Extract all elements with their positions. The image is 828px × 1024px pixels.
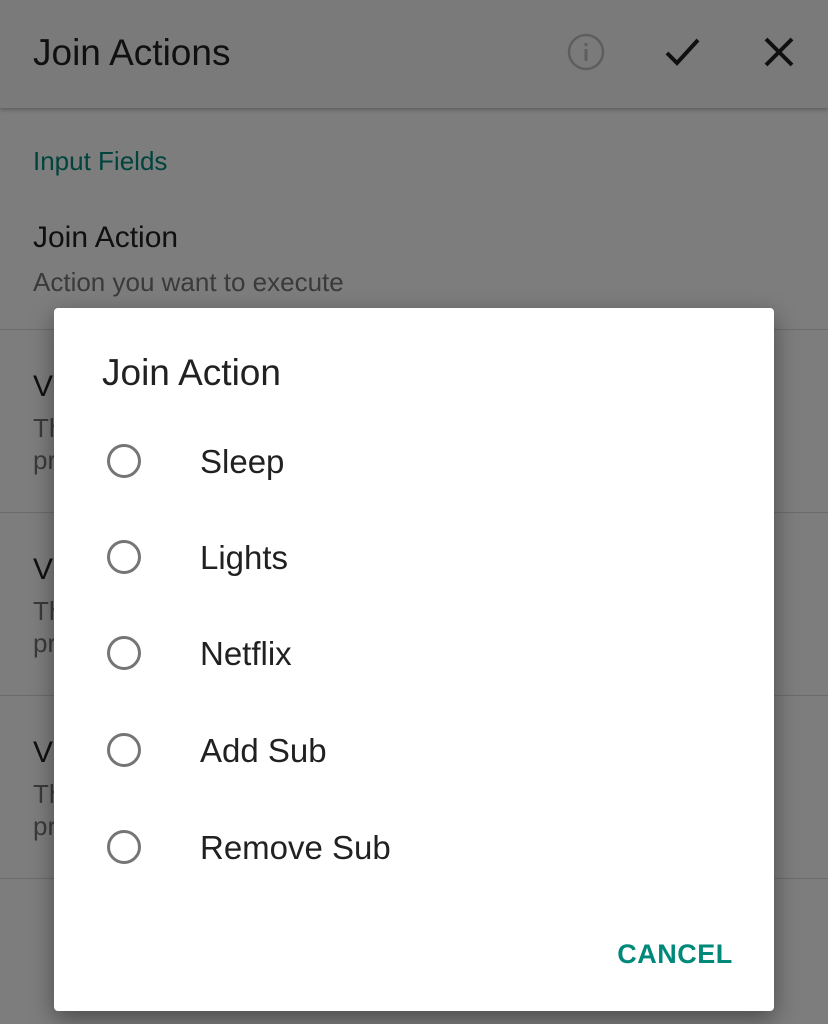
join-action-dialog: Join Action Sleep Lights Netflix Add Sub… [54,308,774,1011]
radio-button[interactable] [107,540,141,574]
radio-button[interactable] [107,636,141,670]
option-label: Remove Sub [200,829,391,866]
option-add-sub[interactable]: Add Sub [54,705,774,801]
radio-button[interactable] [107,733,141,767]
radio-button[interactable] [107,444,141,478]
radio-button[interactable] [107,830,141,864]
option-lights[interactable]: Lights [54,512,774,608]
option-netflix[interactable]: Netflix [54,608,774,704]
dialog-title: Join Action [102,352,281,393]
option-sleep[interactable]: Sleep [54,416,774,512]
option-label: Netflix [200,635,292,672]
option-label: Add Sub [200,732,327,769]
option-label: Sleep [200,443,285,480]
option-remove-sub[interactable]: Remove Sub [54,802,774,898]
cancel-button[interactable]: CANCEL [600,930,750,978]
option-label: Lights [200,539,289,576]
